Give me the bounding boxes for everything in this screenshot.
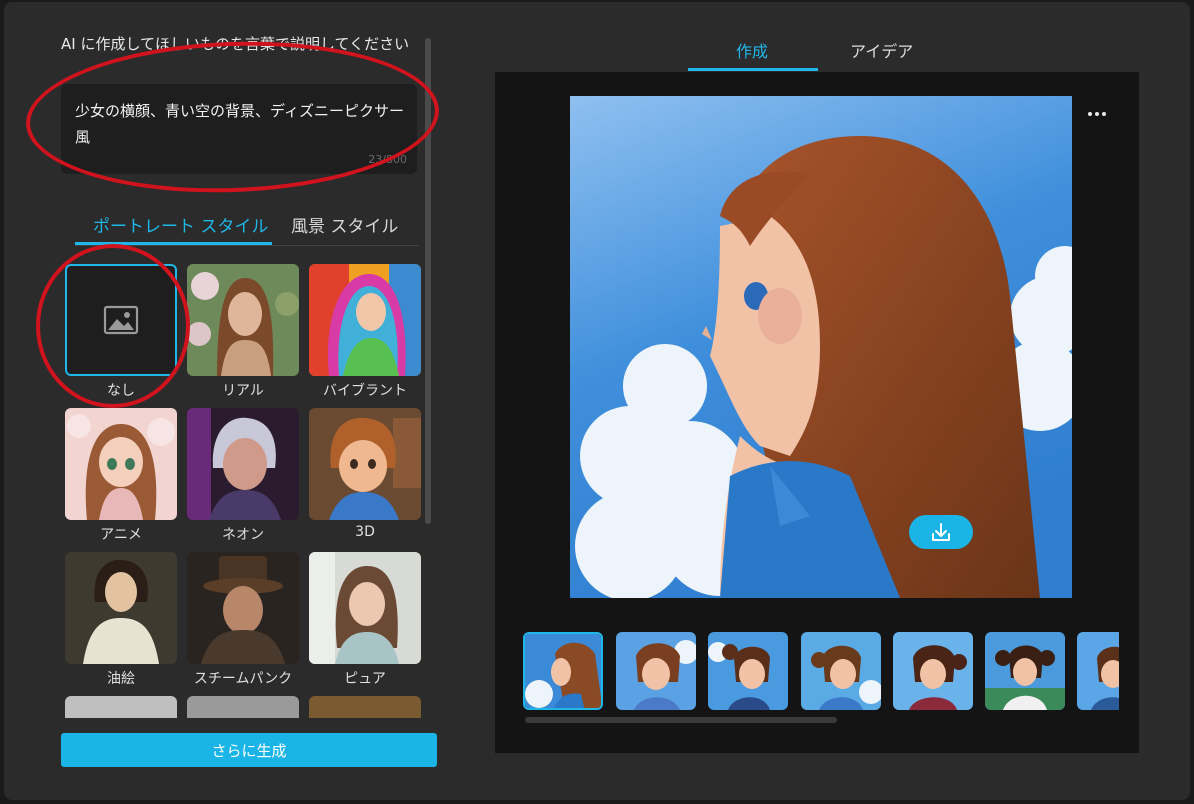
style-thumb-row4-2[interactable] [187,696,299,718]
style-option-real[interactable]: リアル [187,264,299,400]
style-thumb-steampunk[interactable] [187,552,299,664]
generate-more-button[interactable]: さらに生成 [61,733,437,767]
character-count: 23/800 [368,153,407,166]
app-window: AI に作成してほしいものを言葉で説明してください 少女の横顔、青い空の背景、デ… [4,2,1190,800]
variation-thumb-5[interactable] [893,632,973,710]
download-icon [932,523,950,541]
style-option-steampunk[interactable]: スチームパンク [187,552,299,688]
download-button[interactable] [909,515,973,549]
more-options-button[interactable] [1083,104,1111,124]
style-label: ピュア [344,671,386,687]
style-thumb-real[interactable] [187,264,299,376]
left-panel: AI に作成してほしいものを言葉で説明してください 少女の横顔、青い空の背景、デ… [4,2,444,800]
preview-canvas [495,72,1139,753]
variation-strip [519,628,1119,712]
more-horizontal-icon [1088,112,1106,116]
style-thumb-anime[interactable] [65,408,177,520]
style-option-row4-3[interactable] [309,696,421,718]
style-thumb-neon[interactable] [187,408,299,520]
style-label: 3D [355,524,375,540]
tab-portrait-style[interactable]: ポートレート スタイル [93,212,268,237]
prompt-label: AI に作成してほしいものを言葉で説明してください [61,35,410,53]
active-tab-indicator [688,68,818,71]
active-tab-indicator [75,242,272,245]
style-thumb-row4-3[interactable] [309,696,421,718]
variation-strip-scrollbar[interactable] [525,717,837,723]
image-placeholder-icon [103,305,139,335]
style-option-oil-painting[interactable]: 油絵 [65,552,177,688]
variation-thumb-4[interactable] [801,632,881,710]
left-scrollbar[interactable] [425,38,431,524]
style-label: バイブラント [323,383,407,399]
style-grid: なし リアル バイブラント アニメ ネオン 3D 油絵 スチームパンク ピュア [61,262,425,718]
style-thumb-oil-painting[interactable] [65,552,177,664]
style-tabs: ポートレート スタイル 風景 スタイル [75,210,419,246]
prompt-text[interactable]: 少女の横顔、青い空の背景、ディズニーピクサー風 [75,98,405,150]
style-label: なし [107,383,135,399]
top-tabs: 作成 アイデア [688,28,938,72]
style-label: アニメ [100,527,142,543]
style-option-vibrant[interactable]: バイブラント [309,264,421,400]
style-thumb-vibrant[interactable] [309,264,421,376]
style-option-none[interactable]: なし [65,264,177,400]
style-label: ネオン [222,527,264,543]
variation-thumb-7[interactable] [1077,632,1119,710]
style-thumb-none[interactable] [65,264,177,376]
style-option-anime[interactable]: アニメ [65,408,177,544]
generated-image[interactable] [570,96,1072,598]
tab-landscape-style[interactable]: 風景 スタイル [291,212,398,237]
style-thumb-row4-1[interactable] [65,696,177,718]
style-label: リアル [222,383,264,399]
style-option-pure[interactable]: ピュア [309,552,421,688]
style-thumb-3d[interactable] [309,408,421,520]
tab-ideas[interactable]: アイデア [850,38,913,62]
variation-thumb-2[interactable] [616,632,696,710]
tab-create[interactable]: 作成 [736,38,768,62]
variation-thumb-6[interactable] [985,632,1065,710]
style-option-row4-2[interactable] [187,696,299,718]
style-label: スチームパンク [193,671,293,687]
style-option-neon[interactable]: ネオン [187,408,299,544]
style-thumb-pure[interactable] [309,552,421,664]
style-option-row4-1[interactable] [65,696,177,718]
variation-thumb-3[interactable] [708,632,788,710]
style-option-3d[interactable]: 3D [309,408,421,544]
variation-thumb-1[interactable] [523,632,603,710]
prompt-input[interactable]: 少女の横顔、青い空の背景、ディズニーピクサー風 23/800 [61,84,417,174]
style-label: 油絵 [107,671,135,687]
